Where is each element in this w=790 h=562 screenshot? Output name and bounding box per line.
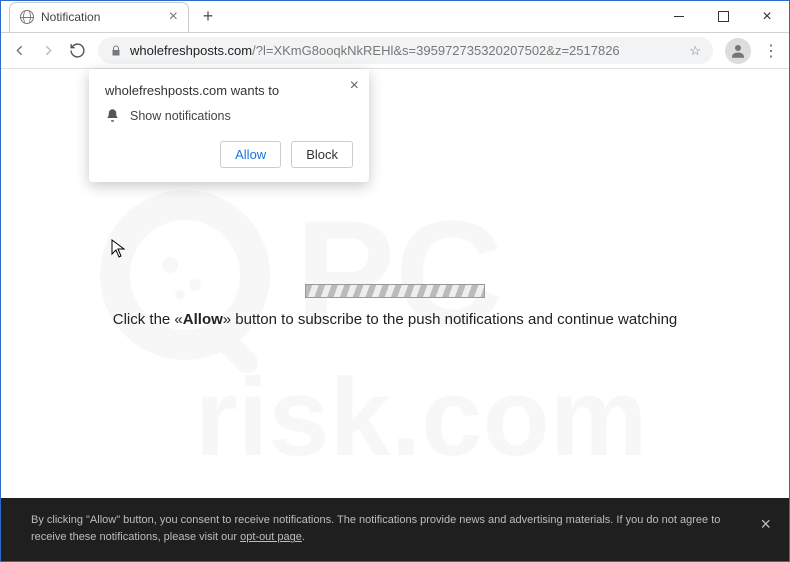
close-tab-icon[interactable]: × [169,8,178,26]
window-controls: × [657,1,789,33]
allow-button[interactable]: Allow [220,141,281,168]
globe-icon [20,10,34,24]
svg-text:PC: PC [295,189,503,357]
consent-text: By clicking "Allow" button, you consent … [31,514,720,544]
block-button[interactable]: Block [291,141,353,168]
bookmark-star-icon[interactable]: ☆ [689,43,701,59]
consent-banner: × By clicking "Allow" button, you consen… [1,498,789,561]
cursor-icon [111,239,127,259]
browser-tab[interactable]: Notification × [9,2,189,32]
reload-button[interactable] [69,42,86,59]
new-tab-button[interactable]: + [195,4,221,30]
browser-toolbar: wholefreshposts.com/?l=XKmG8ooqkNkREHl&s… [1,33,789,69]
url-text: wholefreshposts.com/?l=XKmG8ooqkNkREHl&s… [130,43,620,58]
permission-item-label: Show notifications [130,109,231,123]
profile-avatar[interactable] [725,38,751,64]
url-domain: wholefreshposts.com [130,43,252,58]
msg-bold: Allow [183,311,223,328]
svg-text:risk.com: risk.com [195,356,647,479]
close-popup-icon[interactable]: × [350,77,359,95]
close-window-button[interactable]: × [745,1,789,33]
url-path: /?l=XKmG8ooqkNkREHl&s=395972735320207502… [252,43,620,58]
permission-item: Show notifications [105,108,353,123]
forward-button[interactable] [40,42,57,59]
permission-title: wholefreshposts.com wants to [105,83,353,98]
instruction-text: Click the «Allow» button to subscribe to… [1,311,789,329]
maximize-button[interactable] [701,1,745,33]
bell-icon [105,108,120,123]
permission-buttons: Allow Block [105,141,353,168]
menu-button[interactable]: ⋮ [763,41,779,61]
notification-permission-popup: × wholefreshposts.com wants to Show noti… [89,69,369,182]
back-button[interactable] [11,42,28,59]
tab-title: Notification [41,10,100,24]
msg-prefix: Click the « [113,311,183,328]
address-bar[interactable]: wholefreshposts.com/?l=XKmG8ooqkNkREHl&s… [98,37,713,64]
minimize-button[interactable] [657,1,701,33]
window-titlebar: Notification × + × [1,1,789,33]
page-message-area: Click the «Allow» button to subscribe to… [1,284,789,329]
close-banner-icon[interactable]: × [760,510,771,539]
opt-out-link[interactable]: opt-out page [240,531,302,543]
fake-loading-bar [305,284,485,298]
page-content: PC risk.com × wholefreshposts.com wants … [1,69,789,561]
lock-icon [110,45,122,57]
msg-suffix: » button to subscribe to the push notifi… [223,311,677,328]
